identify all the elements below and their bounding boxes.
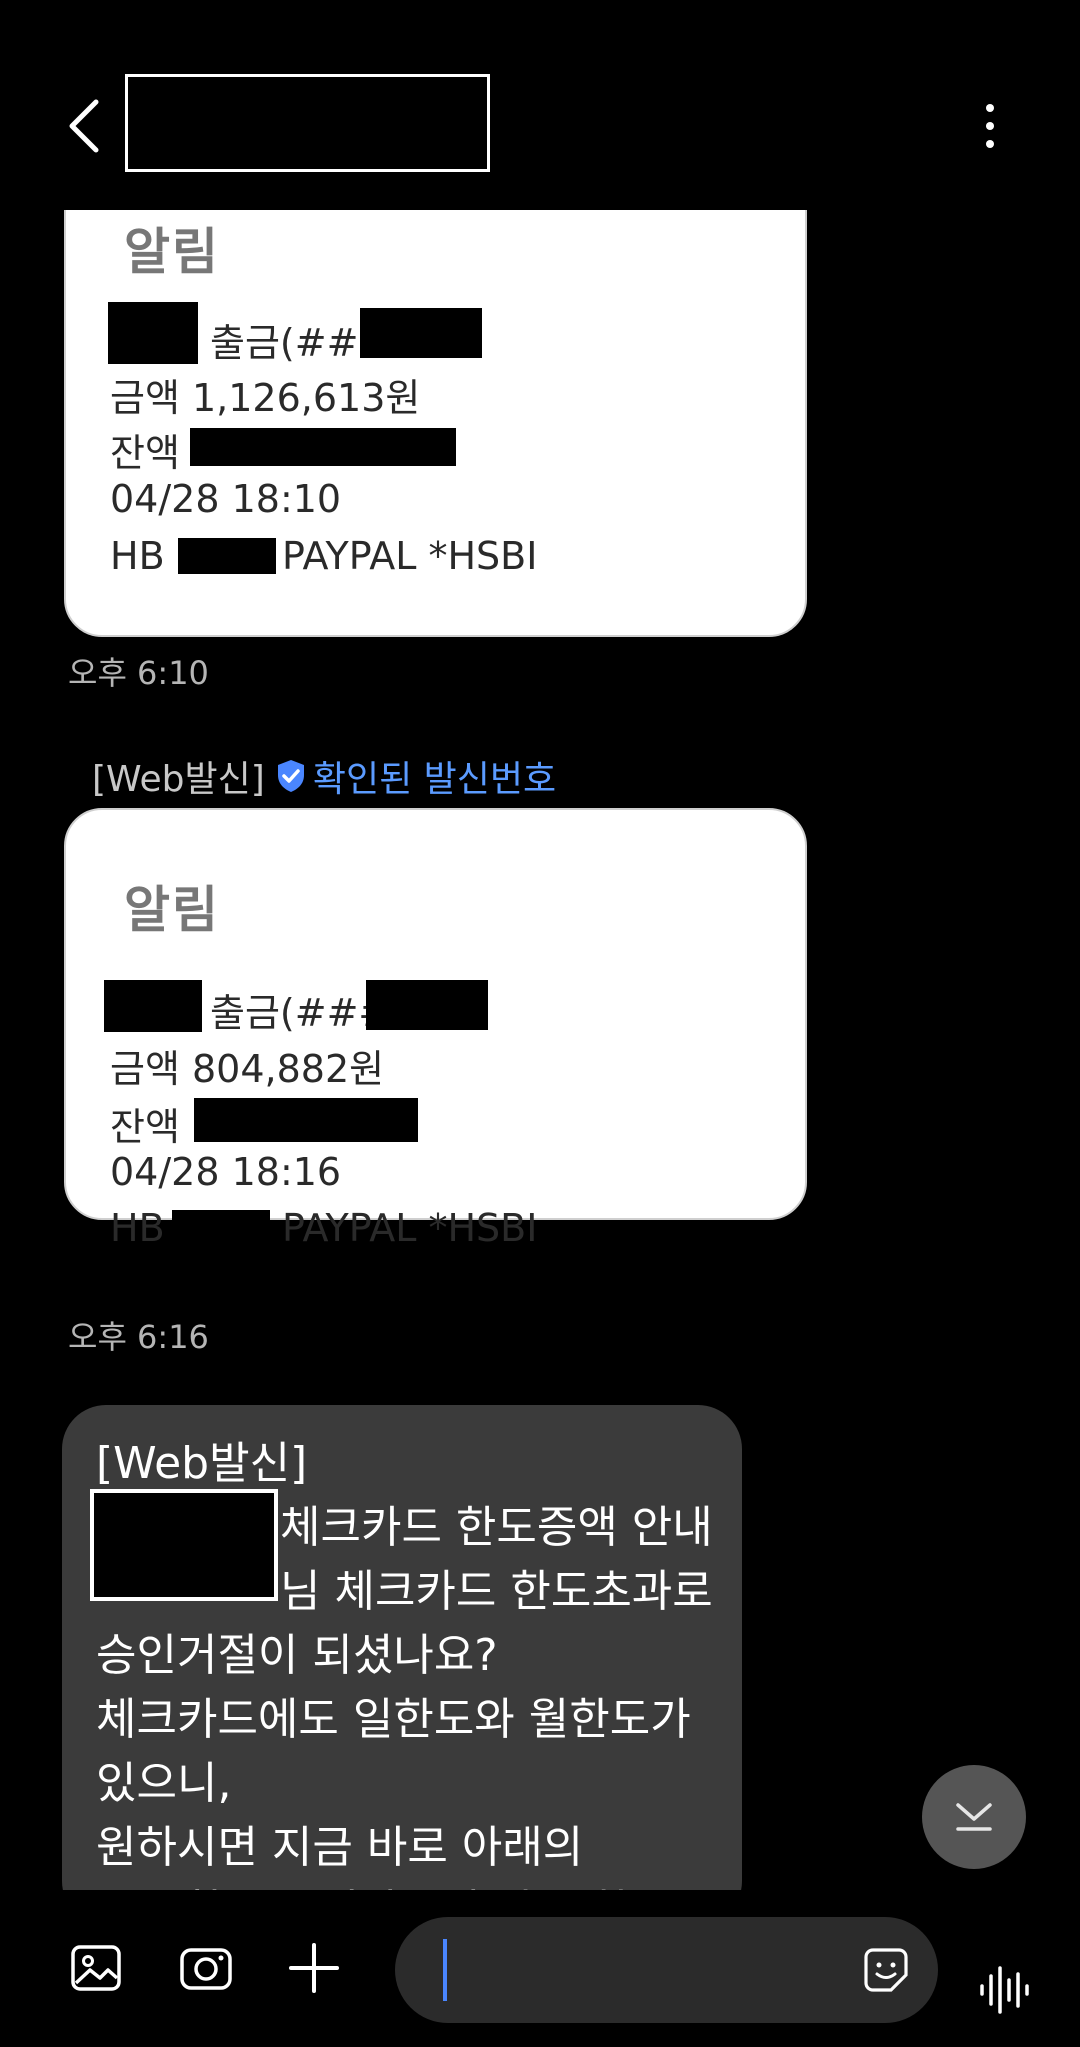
notice-title: 알림 — [124, 881, 220, 939]
verified-shield-icon — [277, 760, 304, 792]
message-line: 있으니, — [96, 1758, 232, 1809]
message-time: 오후 6:10 — [68, 654, 209, 692]
chevron-down-icon — [956, 1803, 992, 1831]
scroll-to-bottom-button[interactable] — [922, 1765, 1026, 1869]
redacted-block — [90, 1489, 278, 1601]
amount-line: 금액 1,126,613원 — [110, 376, 421, 420]
datetime: 04/28 18:10 — [110, 477, 342, 521]
redacted-block — [108, 302, 198, 364]
image-icon[interactable] — [68, 1940, 124, 1996]
redacted-block — [360, 308, 482, 358]
merchant-prefix: HB — [110, 1206, 165, 1250]
message-list[interactable]: 알림 출금(### 금액 1,126,613원 잔액 04/28 18:10 H… — [0, 210, 1080, 1890]
text-cursor — [443, 1939, 447, 2001]
message-bubble[interactable]: 알림 출금(### 금액 804,882원 잔액 04/28 18:16 HB … — [64, 808, 807, 1250]
balance-label: 잔액 — [110, 1105, 180, 1149]
message-bubble[interactable]: [Web발신] 체크카드 한도증액 안내 님 체크카드 한도초과로 승인거절이 … — [62, 1405, 742, 1890]
sender-tag: [Web발신] — [92, 759, 265, 800]
message-line: 님 체크카드 한도초과로 — [280, 1566, 713, 1617]
conversation-header — [0, 0, 1080, 210]
composer-bar — [0, 1890, 1080, 2047]
redacted-block — [104, 980, 202, 1032]
withdraw-label: 출금(### — [210, 991, 391, 1035]
voice-wave-icon[interactable] — [978, 1966, 1030, 2014]
message-time: 오후 6:16 — [68, 1318, 209, 1356]
merchant-name: PAYPAL *HSBI — [282, 1206, 538, 1250]
message-line: 체크카드 한도증액 안내 — [280, 1502, 713, 1553]
verified-sender-label: 확인된 발신번호 — [312, 759, 557, 800]
redacted-block — [190, 428, 456, 466]
sender-line: [Web발신] 확인된 발신번호 — [92, 750, 556, 802]
message-line: URL창을 클릭하시어 카드 한도 — [96, 1875, 671, 1890]
amount-line: 금액 804,882원 — [110, 1047, 385, 1091]
message-line: 체크카드에도 일한도와 월한도가 — [96, 1694, 691, 1745]
kebab-menu-icon[interactable] — [970, 100, 1010, 152]
message-bubble[interactable]: 알림 출금(### 금액 1,126,613원 잔액 04/28 18:10 H… — [64, 210, 807, 637]
merchant-name: PAYPAL *HSBI — [282, 534, 538, 578]
message-input[interactable] — [395, 1917, 938, 2023]
plus-icon[interactable] — [286, 1940, 342, 1996]
sticker-icon[interactable] — [863, 1947, 909, 1993]
redacted-block — [366, 980, 488, 1030]
redacted-block — [172, 1210, 270, 1248]
redacted-block — [178, 538, 276, 574]
message-line: 원하시면 지금 바로 아래의 — [96, 1822, 584, 1873]
camera-icon[interactable] — [178, 1940, 234, 1996]
redacted-block — [194, 1098, 418, 1142]
message-line: [Web발신] — [96, 1438, 308, 1489]
merchant-prefix: HB — [110, 534, 165, 578]
notice-title: 알림 — [124, 223, 220, 281]
message-line: 승인거절이 되셨나요? — [96, 1630, 498, 1681]
datetime: 04/28 18:16 — [110, 1150, 342, 1194]
contact-name-redacted[interactable] — [125, 74, 490, 172]
balance-label: 잔액 — [110, 431, 180, 475]
chevron-left-icon[interactable] — [62, 96, 110, 156]
